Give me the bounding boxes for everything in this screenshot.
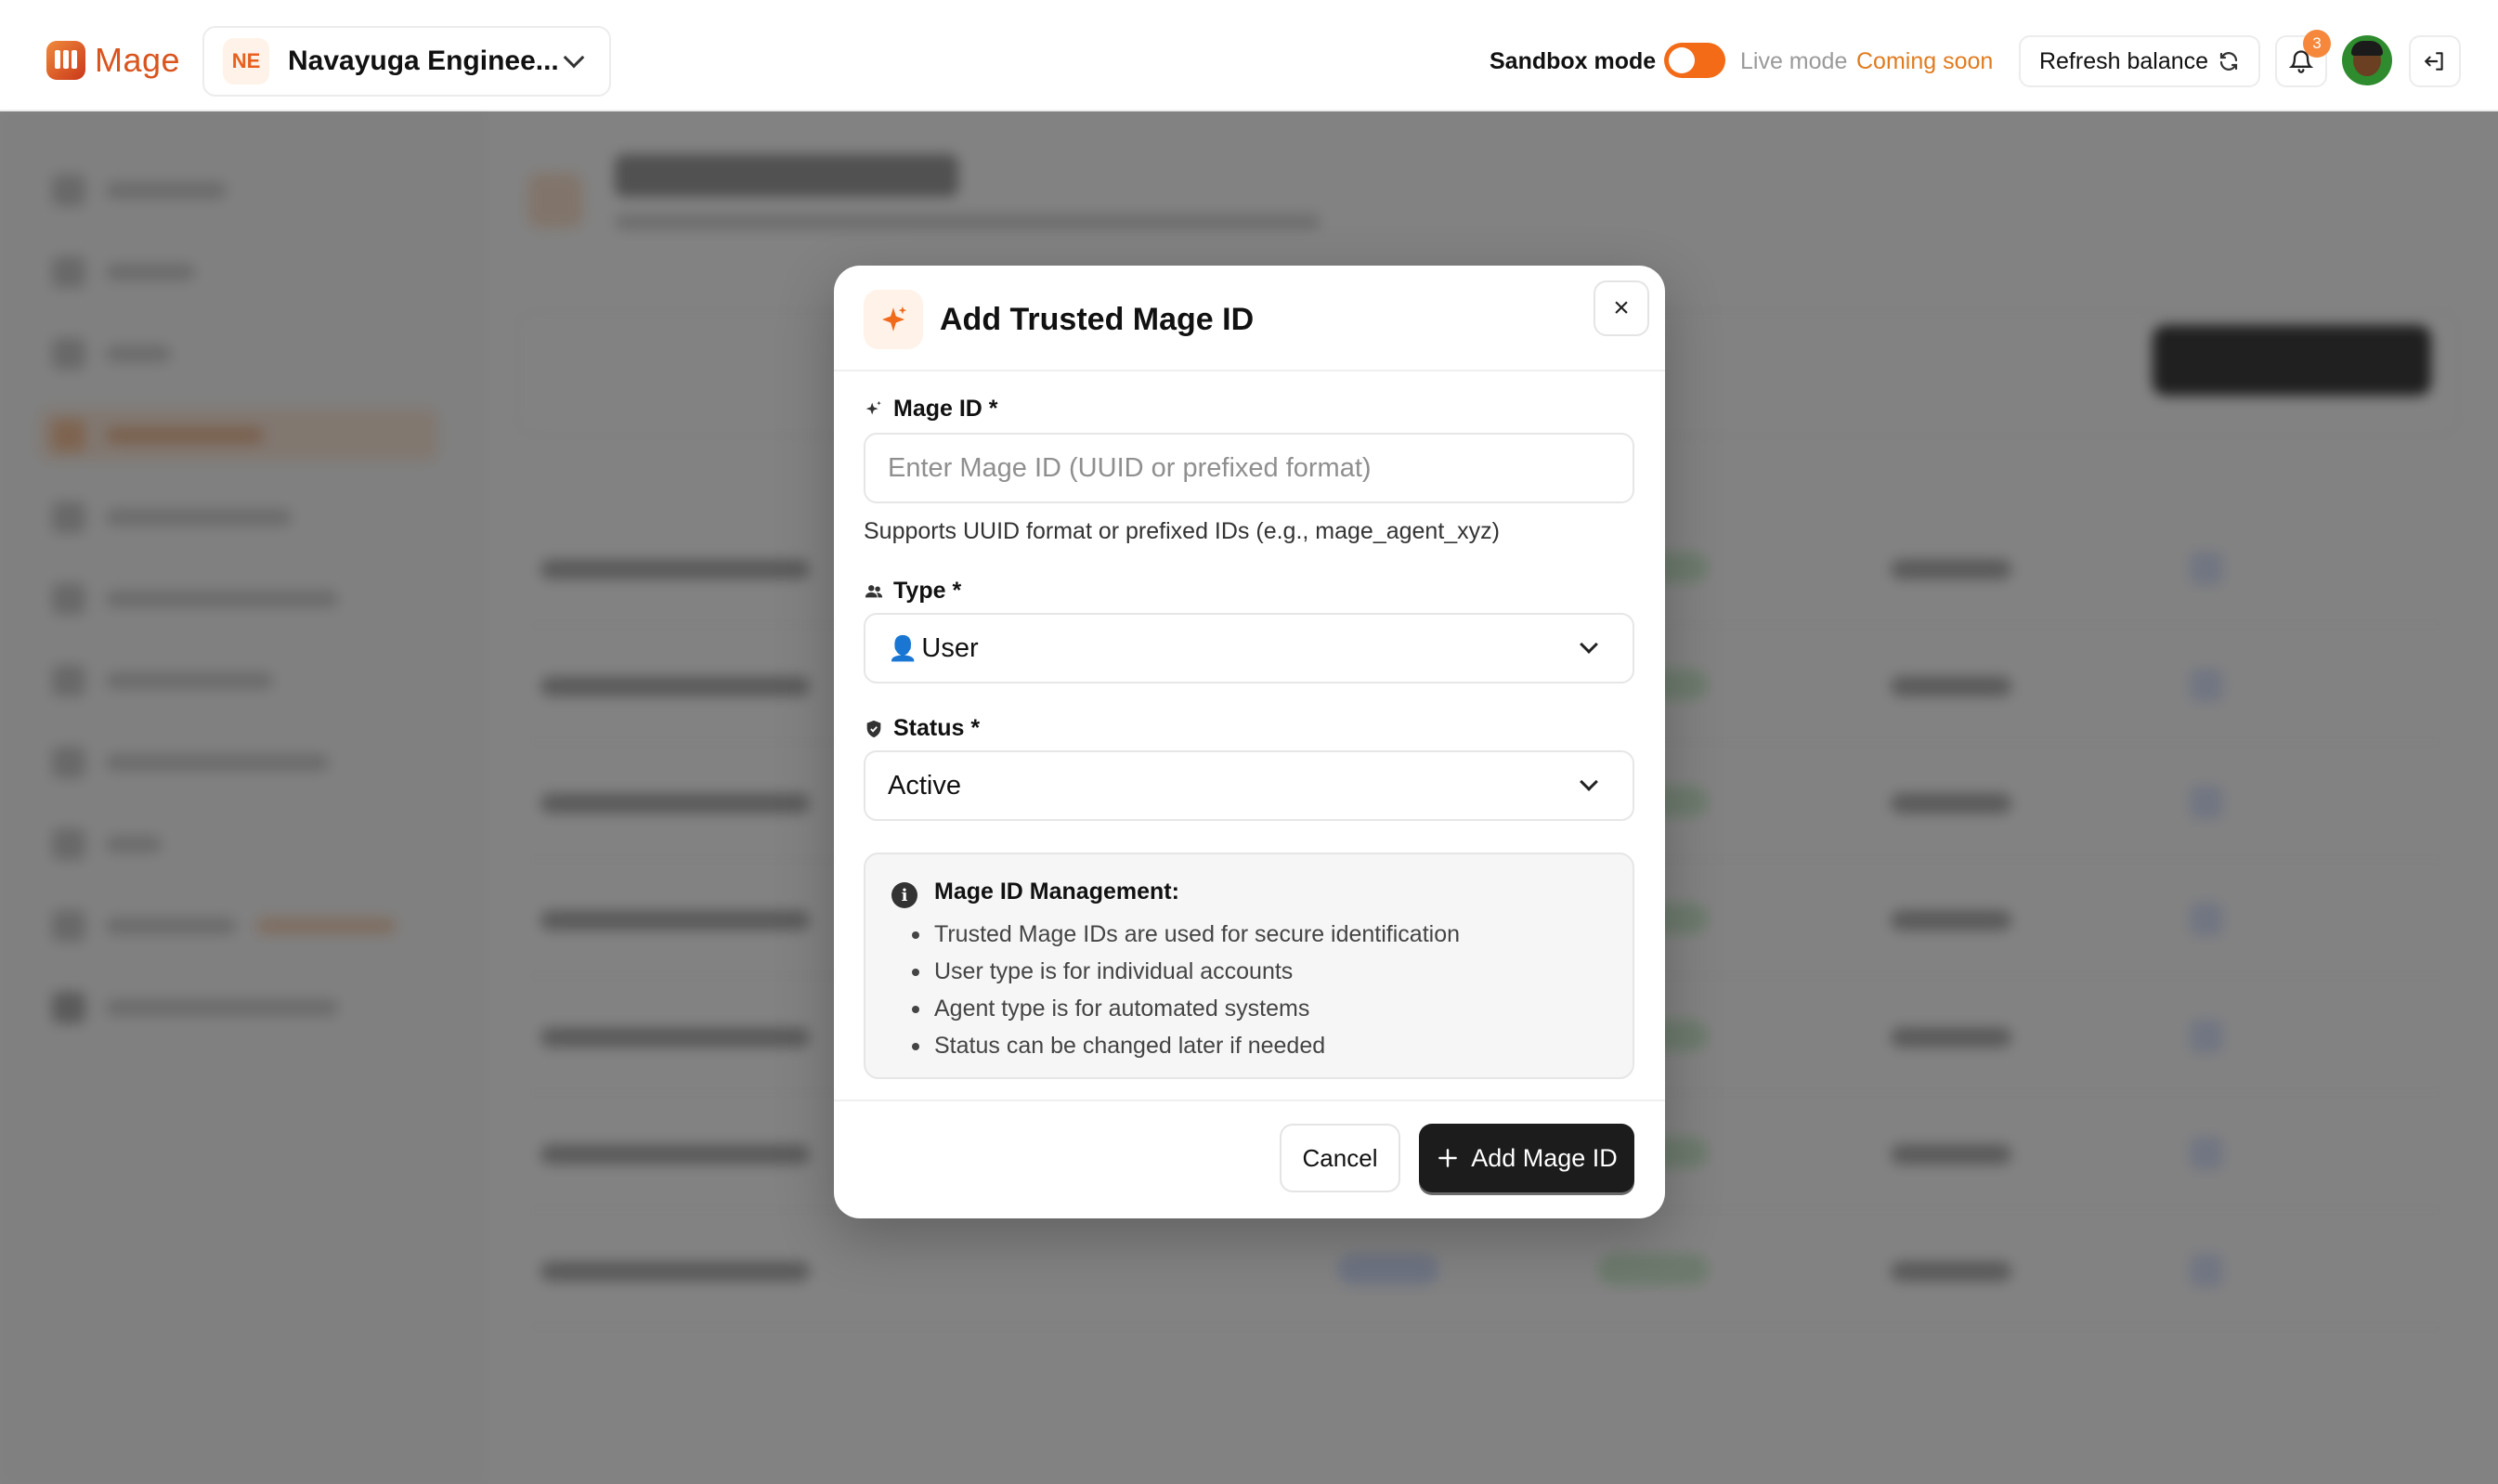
logout-icon	[2425, 52, 2443, 71]
organization-selector[interactable]: NE Navayuga Enginee...	[202, 26, 611, 97]
chevron-down-icon	[563, 46, 585, 69]
info-list-item: Status can be changed later if needed	[911, 1027, 1460, 1064]
logout-button[interactable]	[2409, 35, 2461, 87]
toggle-knob	[1669, 47, 1695, 73]
sparkle-icon	[864, 290, 923, 349]
plus-icon	[1438, 1149, 1458, 1167]
sandbox-mode-label: Sandbox mode	[1490, 48, 1657, 74]
refresh-balance-button[interactable]: Refresh balance	[2019, 35, 2260, 87]
mage-id-label: Mage ID *	[864, 396, 998, 423]
refresh-balance-label: Refresh balance	[2038, 47, 2209, 74]
type-selected-value: User	[921, 632, 979, 663]
status-selected-value: Active	[888, 770, 961, 801]
dialog-footer: Cancel Add Mage ID	[834, 1100, 1665, 1218]
cancel-button[interactable]: Cancel	[1280, 1124, 1400, 1192]
info-list-item: Trusted Mage IDs are used for secure ide…	[911, 916, 1460, 953]
info-icon: i	[891, 882, 917, 908]
shield-icon	[866, 720, 881, 737]
add-mage-id-button[interactable]: Add Mage ID	[1419, 1124, 1634, 1192]
refresh-icon	[2219, 52, 2238, 71]
org-name: Navayuga Enginee...	[288, 46, 559, 76]
info-list: Trusted Mage IDs are used for secure ide…	[911, 916, 1460, 1064]
close-icon: ×	[1613, 293, 1630, 323]
cancel-label: Cancel	[1302, 1143, 1378, 1172]
mage-id-placeholder: Enter Mage ID (UUID or prefixed format)	[888, 452, 1372, 483]
app-name: Mage	[95, 41, 181, 79]
mage-logo-icon	[46, 41, 85, 80]
live-mode-label: Live mode	[1740, 48, 1848, 74]
info-list-item: User type is for individual accounts	[911, 953, 1460, 990]
dialog-title: Add Trusted Mage ID	[940, 302, 1255, 337]
add-trusted-mage-id-dialog: Add Trusted Mage ID × Mage ID * Enter Ma…	[834, 266, 1665, 1218]
notification-count-badge: 3	[2303, 30, 2331, 58]
user-icon: 👤	[888, 633, 918, 662]
info-list-item: Agent type is for automated systems	[911, 990, 1460, 1027]
info-box: i Mage ID Management: Trusted Mage IDs a…	[864, 853, 1634, 1079]
chevron-down-icon	[1580, 773, 1598, 791]
chevron-down-icon	[1580, 635, 1598, 654]
add-mage-id-label: Add Mage ID	[1471, 1143, 1618, 1172]
status-label: Status *	[864, 715, 980, 742]
sandbox-mode-toggle[interactable]	[1664, 43, 1725, 78]
type-label: Type *	[864, 578, 961, 605]
type-select[interactable]: 👤 User	[864, 613, 1634, 683]
info-title: Mage ID Management:	[934, 879, 1179, 905]
coming-soon-label: Coming soon	[1856, 48, 1994, 74]
close-button[interactable]: ×	[1594, 280, 1649, 336]
mage-id-help-text: Supports UUID format or prefixed IDs (e.…	[864, 518, 1501, 544]
user-avatar[interactable]	[2342, 35, 2392, 85]
sparkle-small-icon	[865, 400, 881, 414]
org-initials-badge: NE	[223, 38, 269, 85]
dialog-header: Add Trusted Mage ID ×	[834, 266, 1665, 371]
mage-id-input[interactable]: Enter Mage ID (UUID or prefixed format)	[864, 433, 1634, 503]
top-bar: Mage NE Navayuga Enginee... Sandbox mode…	[0, 0, 2498, 111]
status-select[interactable]: Active	[864, 750, 1634, 821]
app-logo[interactable]: Mage	[46, 41, 180, 80]
users-icon	[865, 584, 883, 597]
